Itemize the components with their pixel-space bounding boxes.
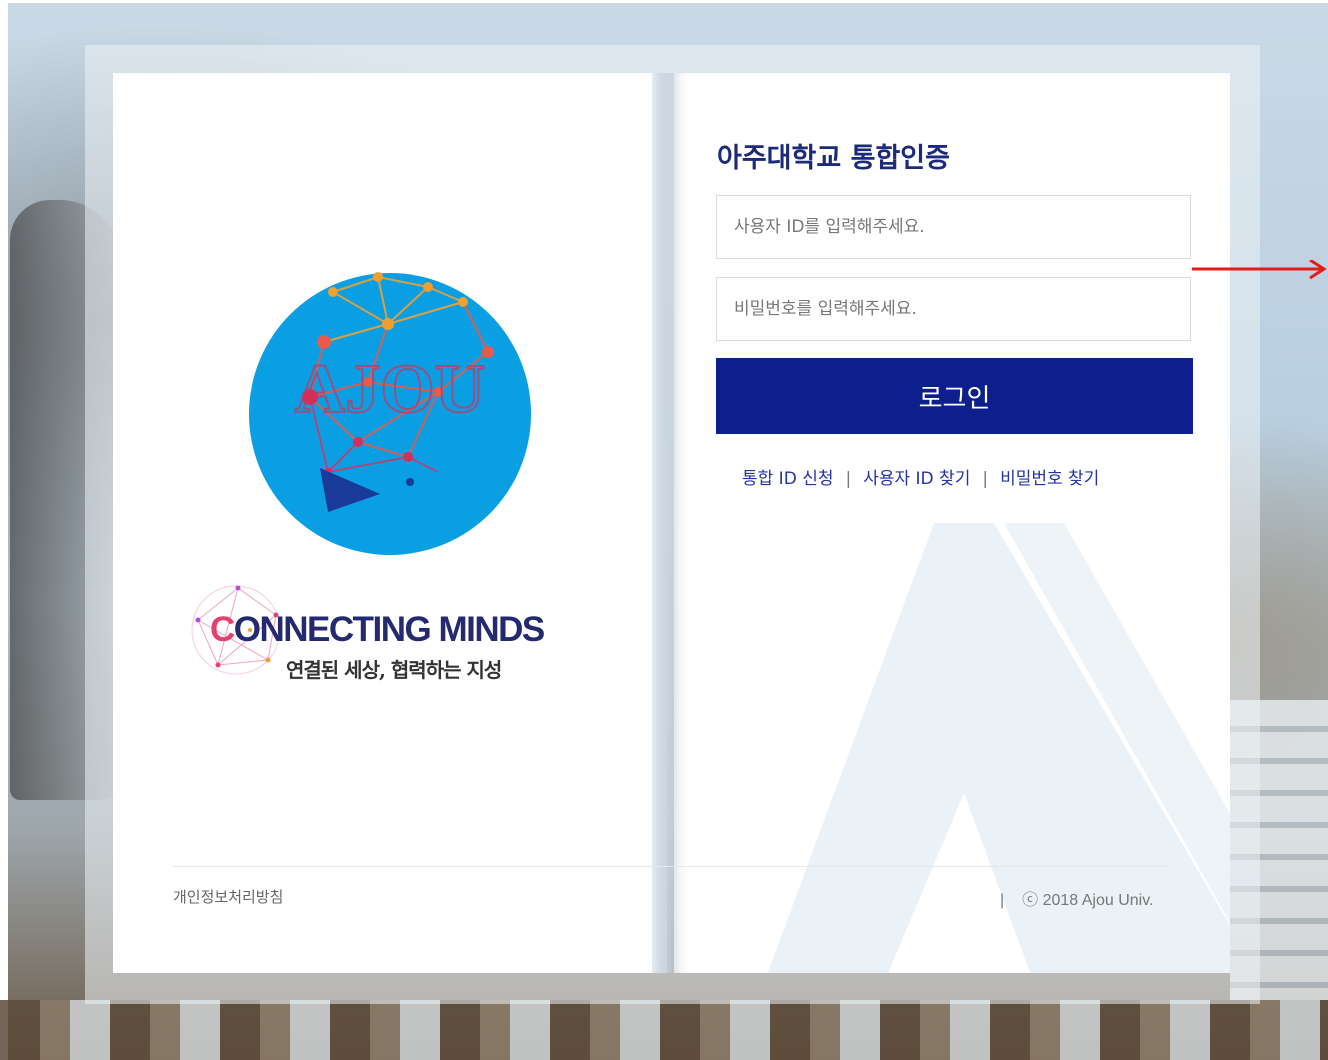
copyright: | ⓒ 2018 Ajou Univ.: [1000, 886, 1154, 910]
user-id-field[interactable]: [716, 195, 1191, 259]
find-id-link[interactable]: 사용자 ID 찾기: [863, 469, 970, 489]
annotation-arrow-icon: [1192, 260, 1327, 280]
privacy-policy-link[interactable]: 개인정보처리방침: [173, 886, 283, 907]
footer-divider: [173, 866, 1171, 867]
password-input[interactable]: [717, 278, 1190, 340]
password-field[interactable]: [716, 277, 1191, 341]
account-links: 통합 ID 신청 | 사용자 ID 찾기 | 비밀번호 찾기: [742, 464, 1099, 489]
footer-separator: |: [1000, 892, 1005, 909]
find-password-link[interactable]: 비밀번호 찾기: [1000, 469, 1099, 489]
login-button[interactable]: 로그인: [716, 358, 1193, 434]
background-campus: [0, 1000, 1328, 1060]
user-id-input[interactable]: [717, 196, 1190, 258]
ajou-logo-icon: AJOU: [249, 272, 531, 555]
copyright-text: ⓒ 2018 Ajou Univ.: [1022, 892, 1154, 909]
book-spine: [652, 73, 674, 973]
register-id-link[interactable]: 통합 ID 신청: [742, 469, 833, 489]
connecting-minds-logo: CONNECTING MINDS 연결된 세상, 협력하는 지성: [188, 580, 578, 690]
connecting-minds-title: CONNECTING MINDS: [210, 610, 545, 649]
connecting-minds-subtitle: 연결된 세상, 협력하는 지성: [286, 658, 502, 682]
link-separator: |: [845, 469, 852, 489]
svg-text:AJOU: AJOU: [295, 351, 486, 428]
link-separator: |: [982, 469, 989, 489]
login-title: 아주대학교 통합인증: [717, 143, 950, 174]
background-left-edge: [0, 0, 8, 1060]
background-top-edge: [0, 0, 1328, 3]
